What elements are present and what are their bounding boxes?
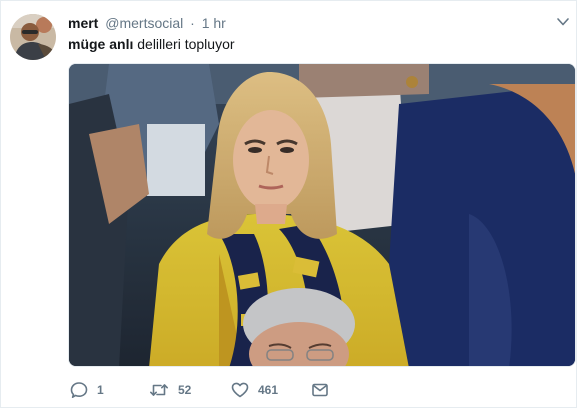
like-button[interactable]: 461 [231,379,278,401]
avatar-image [10,14,56,60]
author-name[interactable]: mert [68,15,98,31]
heart-icon [231,381,249,399]
retweet-button[interactable]: 52 [149,379,191,401]
tweet-text-rest: delilleri topluyor [133,36,235,52]
tweet-header: mert @mertsocial · 1 hr [68,13,568,33]
timestamp[interactable]: 1 hr [202,15,226,31]
direct-message-button[interactable] [311,379,329,401]
speech-bubble-icon [70,381,88,399]
tweet-actions: 1 52 461 [68,379,568,401]
tweet-media-photo[interactable] [68,63,576,367]
separator-dot: · [190,15,195,31]
reply-count: 1 [97,383,104,397]
retweet-count: 52 [178,383,192,397]
tweet-card[interactable]: mert @mertsocial · 1 hr müge anlı delill… [0,0,577,408]
chevron-down-icon[interactable] [555,15,571,29]
tweet-text-bold: müge anlı [68,36,134,52]
avatar[interactable] [10,14,56,60]
like-count: 461 [258,383,279,397]
reply-button[interactable]: 1 [70,379,104,401]
tweet-text: müge anlı delilleri topluyor [68,34,568,54]
envelope-icon [311,381,329,399]
author-handle[interactable]: @mertsocial [105,15,183,31]
photo [69,64,575,366]
retweet-icon [149,381,169,399]
